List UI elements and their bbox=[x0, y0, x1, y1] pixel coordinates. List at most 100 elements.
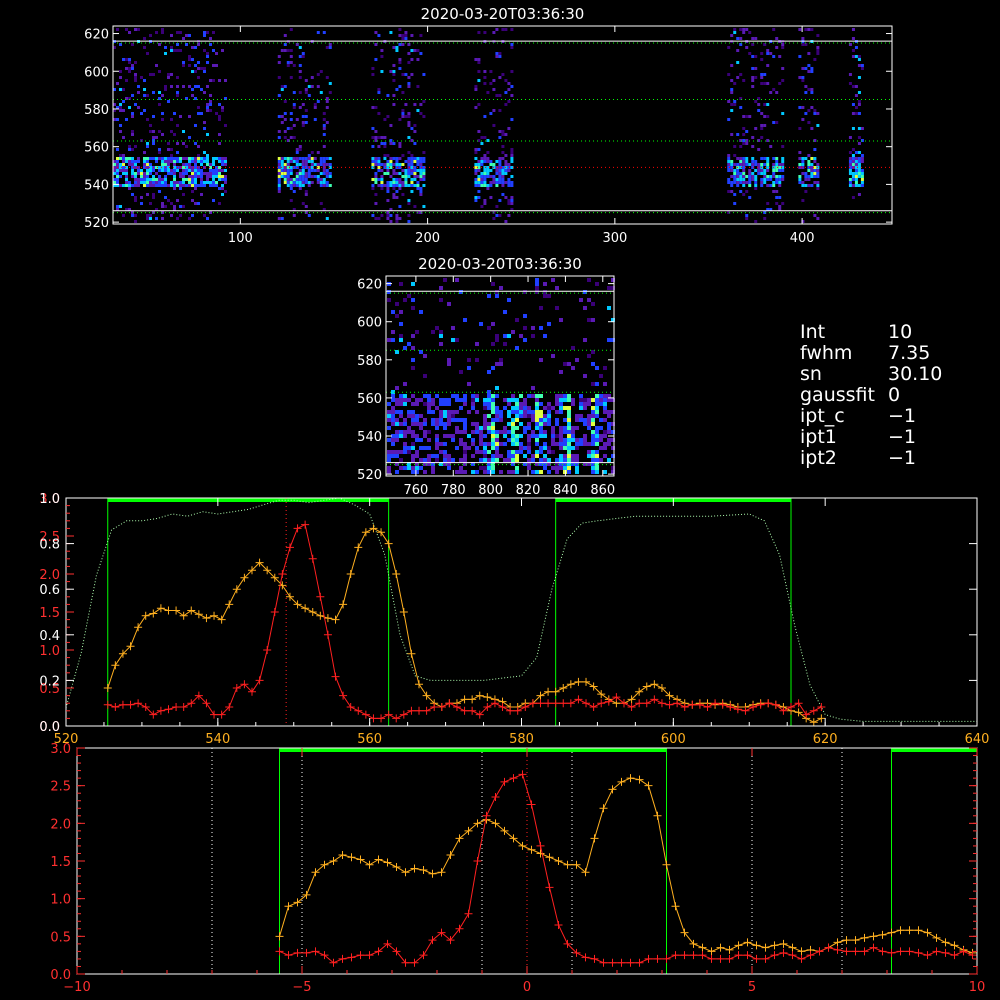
heatmap-pixel bbox=[760, 163, 764, 166]
heatmap-pixel bbox=[161, 118, 164, 121]
heatmap-pixel bbox=[325, 175, 329, 178]
heatmap-pixel bbox=[443, 410, 447, 414]
heatmap-pixel bbox=[477, 169, 481, 172]
heatmap-pixel bbox=[595, 282, 599, 286]
heatmap-pixel bbox=[280, 160, 284, 163]
data-point bbox=[518, 770, 527, 779]
heatmap-pixel bbox=[170, 181, 173, 184]
data-point bbox=[698, 951, 707, 960]
heatmap-pixel bbox=[152, 115, 155, 118]
heatmap-pixel bbox=[301, 166, 305, 169]
heatmap-pixel bbox=[510, 160, 514, 163]
data-point bbox=[392, 570, 401, 578]
heatmap-pixel bbox=[455, 410, 459, 414]
heatmap-pixel bbox=[475, 426, 479, 430]
heatmap-pixel bbox=[149, 163, 152, 166]
heatmap-pixel bbox=[498, 136, 502, 139]
heatmap-pixel bbox=[477, 178, 481, 181]
heatmap-pixel bbox=[200, 88, 203, 91]
data-point bbox=[369, 524, 378, 533]
heatmap-pixel bbox=[146, 193, 149, 196]
heatmap-pixel bbox=[474, 58, 478, 61]
data-point bbox=[482, 811, 491, 820]
heatmap-pixel bbox=[286, 175, 290, 178]
heatmap-pixel bbox=[798, 163, 802, 166]
heatmap-pixel bbox=[804, 184, 808, 187]
heatmap-pixel bbox=[173, 157, 176, 160]
heatmap-pixel bbox=[304, 163, 308, 166]
heatmap-pixel bbox=[503, 458, 507, 462]
heatmap-pixel bbox=[419, 178, 423, 181]
heatmap-pixel bbox=[404, 169, 408, 172]
heatmap-pixel bbox=[407, 175, 411, 178]
heatmap-pixel bbox=[733, 175, 737, 178]
heatmap-pixel bbox=[491, 430, 495, 434]
heatmap-pixel bbox=[164, 163, 167, 166]
heatmap-pixel bbox=[739, 160, 743, 163]
heatmap-pixel bbox=[848, 184, 852, 187]
data-point bbox=[473, 857, 482, 865]
heatmap-pixel bbox=[389, 31, 393, 34]
heatmap-pixel bbox=[194, 70, 197, 73]
spectrum-panel bbox=[65, 497, 977, 727]
heatmap-pixel bbox=[407, 115, 411, 118]
heatmap-pixel bbox=[325, 157, 329, 160]
heatmap-pixel bbox=[459, 438, 463, 442]
heatmap-pixel bbox=[539, 450, 543, 454]
heatmap-pixel bbox=[319, 202, 323, 205]
heatmap-pixel bbox=[769, 52, 773, 55]
heatmap-pixel bbox=[116, 172, 119, 175]
heatmap-pixel bbox=[194, 184, 197, 187]
heatmap-pixel bbox=[158, 130, 161, 133]
heatmap-pixel bbox=[575, 446, 579, 450]
heatmap-pixel bbox=[380, 163, 384, 166]
heatmap-pixel bbox=[801, 157, 805, 160]
heatmap-pixel bbox=[501, 73, 505, 76]
heatmap-pixel bbox=[386, 94, 390, 97]
heatmap-pixel bbox=[194, 46, 197, 49]
heatmap-pixel bbox=[483, 454, 487, 458]
heatmap-pixel bbox=[480, 136, 484, 139]
heatmap-pixel bbox=[328, 184, 332, 187]
heatmap-pixel bbox=[322, 118, 326, 121]
heatmap-pixel bbox=[391, 438, 395, 442]
heatmap-pixel bbox=[447, 466, 451, 470]
heatmap-pixel bbox=[527, 442, 531, 446]
heatmap-pixel bbox=[487, 326, 491, 330]
heatmap-pixel bbox=[277, 169, 281, 172]
data-point bbox=[399, 608, 408, 616]
heatmap-pixel bbox=[164, 88, 167, 91]
heatmap-pixel bbox=[128, 157, 131, 160]
info-key: ipt1 bbox=[800, 426, 837, 448]
heatmap-pixel bbox=[152, 175, 155, 178]
heatmap-pixel bbox=[495, 418, 499, 422]
x-tick-label: 860 bbox=[590, 483, 615, 498]
heatmap-pixel bbox=[559, 398, 563, 402]
heatmap-pixel bbox=[480, 172, 484, 175]
heatmap-pixel bbox=[860, 160, 864, 163]
heatmap-pixel bbox=[158, 181, 161, 184]
heatmap-pixel bbox=[176, 169, 179, 172]
heatmap-pixel bbox=[595, 458, 599, 462]
data-point bbox=[642, 682, 651, 691]
heatmap-pixel bbox=[415, 418, 419, 422]
heatmap-pixel bbox=[745, 130, 749, 133]
data-point bbox=[650, 695, 659, 704]
heatmap-pixel bbox=[857, 103, 861, 106]
heatmap-pixel bbox=[170, 169, 173, 172]
heatmap-pixel bbox=[575, 358, 579, 362]
heatmap-pixel bbox=[439, 442, 443, 446]
heatmap-pixel bbox=[289, 169, 293, 172]
heatmap-pixel bbox=[140, 139, 143, 142]
data-point bbox=[513, 706, 522, 715]
heatmap-pixel bbox=[391, 338, 395, 342]
heatmap-pixel bbox=[736, 181, 740, 184]
heatmap-pixel bbox=[143, 175, 146, 178]
heatmap-pixel bbox=[200, 175, 203, 178]
heatmap-pixel bbox=[772, 121, 776, 124]
heatmap-pixel bbox=[392, 193, 396, 196]
heatmap-pixel bbox=[395, 172, 399, 175]
data-point bbox=[156, 604, 165, 613]
heatmap-pixel bbox=[510, 85, 514, 88]
heatmap-pixel bbox=[392, 94, 396, 97]
